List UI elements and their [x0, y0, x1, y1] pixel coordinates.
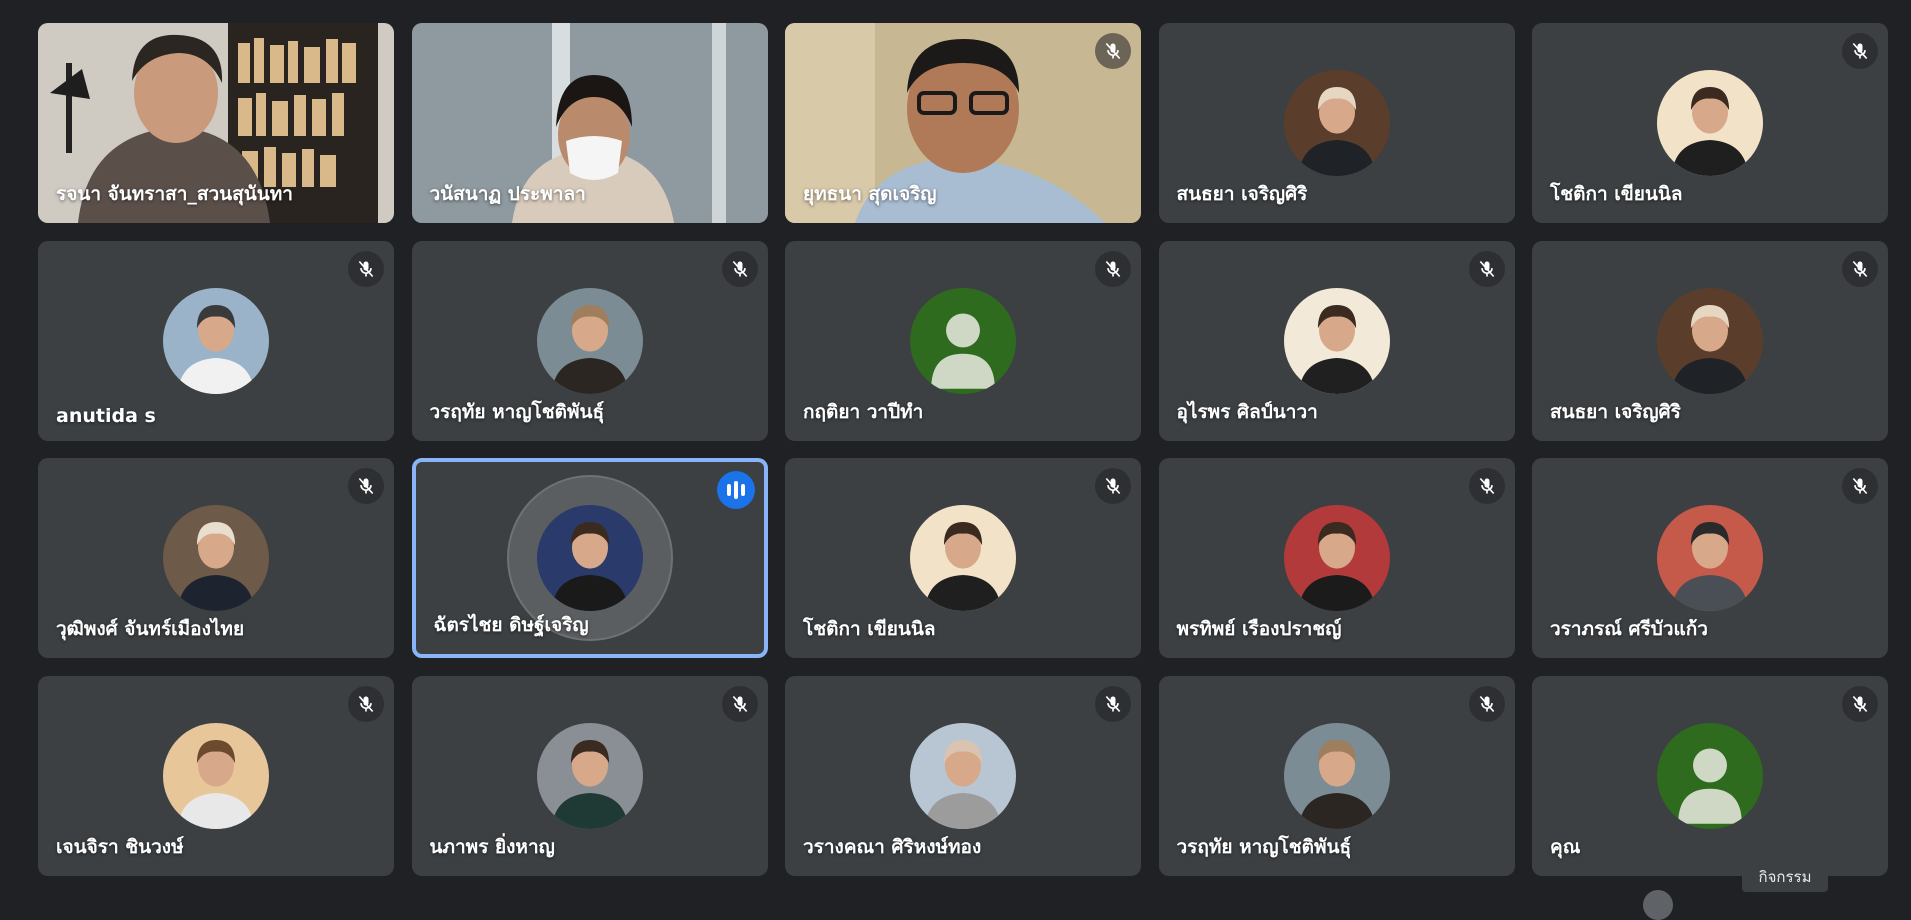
avatar [1283, 70, 1390, 176]
participant-tile[interactable]: พรทิพย์ เรืองปราชญ์ [1158, 458, 1515, 658]
participant-tile[interactable]: ยุทธนา สุดเจริญ [785, 23, 1141, 223]
mic-off-icon[interactable] [721, 685, 758, 722]
avatar [1283, 505, 1390, 611]
participant-tile[interactable]: อุไรพร ศิลป์นาวา [1158, 240, 1515, 441]
speaking-indicator-icon [716, 471, 755, 509]
avatar [536, 505, 643, 611]
participant-name: คุณ [1550, 835, 1581, 858]
participant-name: เจนจิรา ชินวงษ์ [56, 835, 184, 858]
avatar [163, 505, 269, 611]
mic-off-icon[interactable] [1468, 468, 1505, 504]
avatar [1283, 722, 1390, 829]
participant-tile[interactable]: นภาพร ยิ่งหาญ [411, 675, 768, 876]
default-person-icon [910, 287, 1016, 394]
avatar [536, 287, 643, 394]
participant-tile[interactable]: วรฤทัย หาญโชติพันธุ์ [411, 240, 768, 441]
participant-name: โชติกา เขียนนิล [1550, 183, 1683, 205]
mic-off-icon[interactable] [1095, 685, 1131, 722]
avatar [910, 722, 1016, 829]
mic-off-icon[interactable] [348, 250, 384, 287]
participant-tile[interactable]: วรางคณา ศิริหงษ์ทอง [785, 675, 1141, 876]
avatar [163, 287, 269, 394]
mic-off-icon[interactable] [348, 468, 384, 504]
avatar [910, 505, 1016, 611]
mic-off-icon[interactable] [1842, 468, 1878, 504]
participant-tile[interactable]: กฤติยา วาปีทำ [785, 240, 1141, 441]
avatar [536, 722, 643, 829]
participant-name: โชติกา เขียนนิล [803, 618, 936, 640]
mic-off-icon[interactable] [1095, 250, 1131, 287]
participant-tile[interactable]: วรฤทัย หาญโชติพันธุ์ [1158, 675, 1515, 876]
participant-name: สนธยา เจริญศิริ [1176, 183, 1308, 205]
mic-off-icon[interactable] [1468, 250, 1505, 287]
participant-tile[interactable]: คุณ [1532, 675, 1888, 876]
avatar [1283, 287, 1390, 394]
participant-name: วราภรณ์ ศรีบัวแก้ว [1550, 618, 1708, 640]
mic-off-icon[interactable] [1095, 468, 1131, 504]
mic-off-icon[interactable] [721, 250, 758, 287]
participant-grid: รจนา จันทราสา_สวนสุนันทา วนัสนาฏ ประพาลา… [38, 23, 1888, 876]
participant-tile[interactable]: สนธยา เจริญศิริ [1532, 240, 1888, 441]
participant-name: อุไรพร ศิลป์นาวา [1176, 400, 1318, 423]
mic-off-icon[interactable] [1842, 250, 1878, 287]
participant-name: วรางคณา ศิริหงษ์ทอง [803, 835, 982, 858]
participant-name: วุฒิพงศ์ จันทร์เมืองไทย [56, 618, 245, 640]
activities-tooltip: กิจกรรม [1742, 862, 1828, 892]
mic-off-icon[interactable] [1468, 685, 1505, 722]
participant-tile[interactable]: วุฒิพงศ์ จันทร์เมืองไทย [38, 458, 394, 658]
participant-tile[interactable]: โชติกา เขียนนิล [1532, 23, 1888, 223]
participant-tile[interactable]: วนัสนาฏ ประพาลา [411, 23, 768, 223]
avatar [163, 722, 269, 829]
participant-name: รจนา จันทราสา_สวนสุนันทา [56, 183, 293, 205]
participant-name: วนัสนาฏ ประพาลา [429, 183, 586, 205]
avatar [1657, 287, 1763, 394]
participant-tile[interactable]: วราภรณ์ ศรีบัวแก้ว [1532, 458, 1888, 658]
activities-button[interactable] [1643, 890, 1673, 920]
participant-name: สนธยา เจริญศิริ [1550, 400, 1681, 423]
participant-tile[interactable]: รจนา จันทราสา_สวนสุนันทา [38, 23, 394, 223]
participant-name: พรทิพย์ เรืองปราชญ์ [1176, 618, 1342, 640]
participant-tile[interactable]: สนธยา เจริญศิริ [1158, 23, 1515, 223]
participant-name: ยุทธนา สุดเจริญ [803, 183, 937, 205]
participant-tile[interactable]: เจนจิรา ชินวงษ์ [38, 675, 394, 876]
participant-name: วรฤทัย หาญโชติพันธุ์ [429, 400, 605, 423]
mic-off-icon[interactable] [1095, 33, 1131, 69]
participant-name: anutida s [56, 404, 156, 427]
participant-tile[interactable]: โชติกา เขียนนิล [785, 458, 1141, 658]
participant-tile[interactable]: ฉัตรไชย ดิษฐ์เจริญ [411, 458, 768, 658]
participant-name: กฤติยา วาปีทำ [803, 400, 924, 423]
mic-off-icon[interactable] [1842, 33, 1878, 69]
participant-name: นภาพร ยิ่งหาญ [429, 835, 555, 858]
participant-name: ฉัตรไชย ดิษฐ์เจริญ [433, 614, 589, 636]
avatar [1657, 70, 1763, 176]
avatar [1657, 505, 1763, 611]
default-person-icon [1657, 722, 1763, 829]
mic-off-icon[interactable] [1842, 685, 1878, 722]
participant-tile[interactable]: anutida s [38, 240, 394, 441]
mic-off-icon[interactable] [348, 685, 384, 722]
participant-name: วรฤทัย หาญโชติพันธุ์ [1176, 835, 1352, 858]
